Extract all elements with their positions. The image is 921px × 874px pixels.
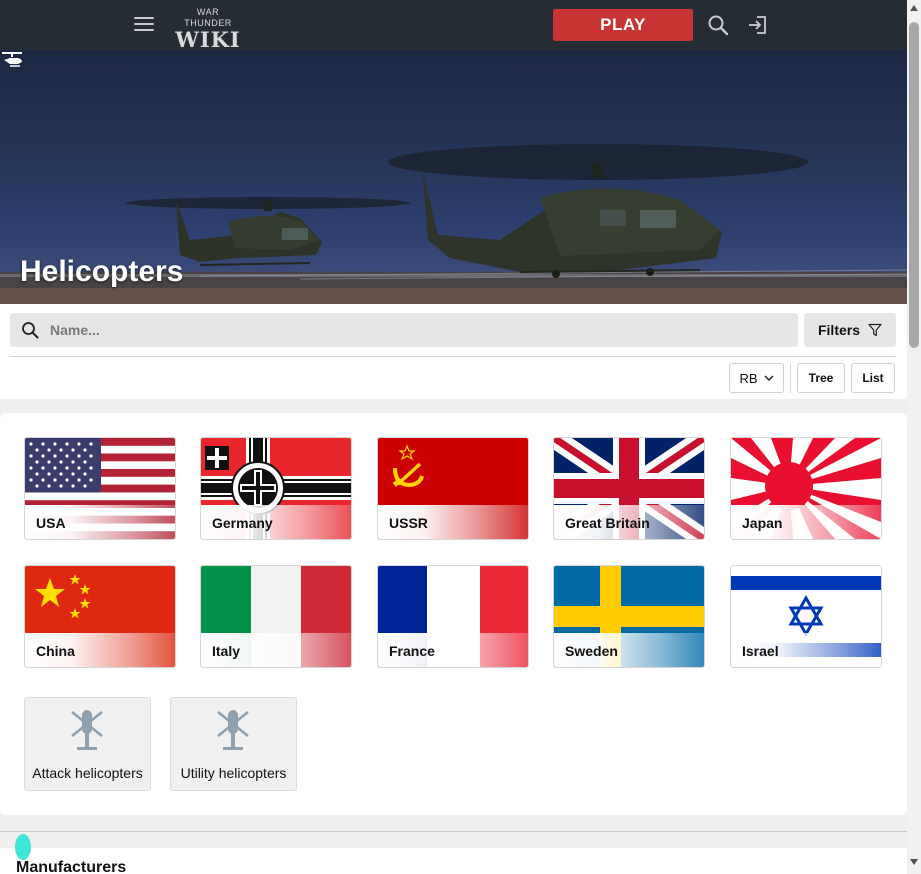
search-bar (10, 313, 798, 347)
divider (10, 356, 896, 357)
helicopter-icon (217, 710, 249, 750)
helicopter-icon (71, 710, 103, 750)
hero-banner: Helicopters (0, 50, 907, 304)
logo-line-1: WAR THUNDER (184, 7, 232, 28)
country-card-sweden[interactable]: Sweden (553, 565, 705, 668)
list-view-button[interactable]: List (851, 363, 895, 393)
country-name: Great Britain (565, 515, 650, 531)
toolbar-separator (790, 363, 791, 393)
country-card-china[interactable]: China (24, 565, 176, 668)
chevron-down-icon (764, 374, 774, 381)
menu-icon[interactable] (134, 14, 154, 36)
scroll-up-arrow-icon[interactable] (907, 2, 921, 14)
country-name: USA (36, 515, 66, 531)
logo-line-2: WIKI (175, 27, 241, 52)
page-title: Helicopters (20, 255, 184, 288)
filter-icon (868, 323, 882, 337)
country-name: China (36, 643, 75, 659)
search-input[interactable] (50, 313, 790, 347)
country-card-ussr[interactable]: USSR (377, 437, 529, 540)
country-card-japan[interactable]: Japan (730, 437, 882, 540)
manufacturers-heading: Manufacturers (16, 859, 127, 874)
country-card-usa[interactable]: USA (24, 437, 176, 540)
country-name: Sweden (565, 643, 618, 659)
search-icon[interactable] (706, 13, 730, 37)
country-name: Italy (212, 643, 241, 659)
country-name: Israel (742, 643, 779, 659)
play-button[interactable]: PLAY (553, 9, 693, 41)
filters-button[interactable]: Filters (804, 313, 896, 347)
scroll-down-arrow-icon[interactable] (907, 856, 921, 868)
game-mode-value: RB (739, 370, 758, 386)
country-card-italy[interactable]: Italy (200, 565, 352, 668)
top-navigation-bar: WAR THUNDER WIKI PLAY (0, 0, 907, 51)
country-card-great-britain[interactable]: Great Britain (553, 437, 705, 540)
type-card-attack-helicopters[interactable]: Attack helicopters (24, 697, 151, 791)
teal-marker (15, 834, 31, 860)
type-name: Utility helicopters (180, 765, 287, 781)
section-gap (0, 832, 907, 848)
country-name: France (389, 643, 435, 659)
tree-view-button[interactable]: Tree (797, 363, 845, 393)
search-icon (22, 322, 39, 339)
type-name: Attack helicopters (32, 765, 143, 781)
wiki-logo[interactable]: WAR THUNDER WIKI (172, 7, 244, 51)
scrollbar-thumb[interactable] (909, 22, 919, 348)
country-name: Germany (212, 515, 273, 531)
country-card-israel[interactable]: Israel (730, 565, 882, 668)
helicopter-icon (2, 52, 22, 67)
country-card-germany[interactable]: Germany (200, 437, 352, 540)
country-name: USSR (389, 515, 428, 531)
filters-label: Filters (817, 322, 860, 338)
login-icon[interactable] (746, 13, 770, 37)
country-name: Japan (742, 515, 783, 531)
type-card-utility-helicopters[interactable]: Utility helicopters (170, 697, 297, 791)
country-card-france[interactable]: France (377, 565, 529, 668)
game-mode-select[interactable]: RB (729, 363, 784, 393)
